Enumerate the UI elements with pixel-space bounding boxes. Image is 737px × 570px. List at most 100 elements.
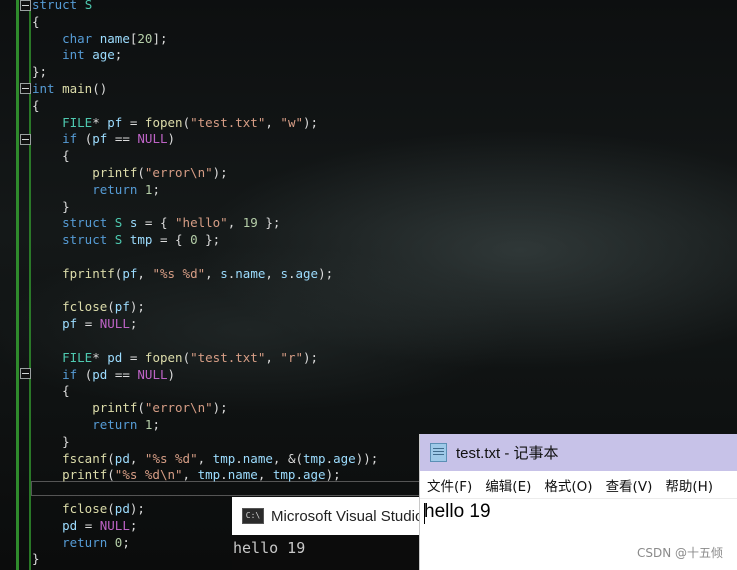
code-line[interactable]: { [32, 98, 378, 115]
code-token: , [182, 467, 198, 483]
code-token: = { [137, 215, 176, 231]
code-token: s [220, 265, 228, 281]
code-line[interactable]: printf("error\n"); [32, 400, 378, 417]
watermark: CSDN @十五倾 [636, 546, 723, 560]
console-output: hello 19 [233, 539, 306, 557]
console-app-icon: C:\ [242, 508, 264, 524]
code-token: int [62, 47, 85, 63]
code-line[interactable]: { [32, 14, 378, 31]
menu-view[interactable]: 查看(V) [606, 475, 653, 495]
code-token: == [107, 366, 138, 382]
code-line[interactable]: }; [32, 64, 378, 81]
code-token: ); [212, 164, 228, 180]
code-token: } [32, 198, 70, 214]
code-token: age [92, 47, 115, 63]
code-token: "error\n" [144, 400, 213, 416]
code-token: pd [107, 349, 123, 365]
code-token: NULL [137, 366, 168, 382]
code-token: main [62, 80, 93, 96]
code-line[interactable]: fprintf(pf, "%s %d", s.name, s.age); [32, 266, 378, 283]
code-line[interactable] [32, 333, 378, 350]
code-line[interactable]: return 1; [32, 182, 378, 199]
code-token: "hello" [175, 215, 228, 231]
code-line[interactable]: char name[20]; [32, 31, 378, 48]
code-token: ( [77, 131, 93, 147]
menu-file[interactable]: 文件(F) [427, 475, 472, 495]
code-token: fopen [144, 114, 183, 130]
code-token: , [265, 114, 281, 130]
code-token: ; [122, 534, 130, 550]
menu-format[interactable]: 格式(O) [544, 475, 592, 495]
code-token: , [197, 450, 213, 466]
code-line[interactable]: printf("error\n"); [32, 165, 378, 182]
code-token: { [32, 148, 70, 164]
code-line[interactable]: } [32, 199, 378, 216]
fold-toggle-if-pd[interactable] [20, 368, 31, 379]
code-token: }; [32, 64, 48, 80]
code-line[interactable]: FILE* pf = fopen("test.txt", "w"); [32, 115, 378, 132]
notepad-text-area[interactable]: hello 19 [420, 499, 737, 524]
code-line[interactable]: struct S tmp = { 0 }; [32, 232, 378, 249]
code-token: { [32, 383, 70, 399]
code-token: fopen [144, 349, 183, 365]
code-token: name [227, 467, 258, 483]
code-token: }; [197, 232, 221, 248]
code-line[interactable]: } [32, 434, 378, 451]
menu-help[interactable]: 帮助(H) [665, 475, 713, 495]
code-token: "%s %d\n" [114, 467, 183, 483]
code-token: FILE [62, 114, 93, 130]
notepad-title: test.txt - 记事本 [456, 445, 559, 462]
code-token: ]; [152, 30, 168, 46]
code-line[interactable]: pf = NULL; [32, 316, 378, 333]
code-line[interactable]: if (pd == NULL) [32, 367, 378, 384]
code-line[interactable]: struct S [32, 0, 378, 14]
code-token: == [107, 131, 138, 147]
code-line[interactable]: if (pf == NULL) [32, 131, 378, 148]
console-window[interactable]: C:\ Microsoft Visual Studio hello 19 [232, 497, 432, 570]
code-token: }; [257, 215, 281, 231]
code-line[interactable]: { [32, 148, 378, 165]
code-token: ; [114, 47, 123, 63]
code-lines[interactable]: struct S{ char name[20]; int age;}; int m… [32, 0, 378, 568]
fold-toggle-main[interactable] [20, 83, 31, 94]
code-token: "w" [280, 114, 303, 130]
console-title-bar[interactable]: C:\ Microsoft Visual Studio [232, 497, 432, 535]
code-line[interactable]: fscanf(pd, "%s %d", tmp.name, &(tmp.age)… [32, 451, 378, 468]
code-line[interactable] [32, 283, 378, 300]
code-token: ) [167, 366, 176, 382]
code-line[interactable]: struct S s = { "hello", 19 }; [32, 215, 378, 232]
code-line[interactable]: return 1; [32, 417, 378, 434]
code-token: { [32, 13, 40, 29]
notepad-title-bar[interactable]: test.txt - 记事本 [420, 434, 737, 471]
code-token: printf [92, 400, 138, 416]
code-line[interactable]: FILE* pd = fopen("test.txt", "r"); [32, 350, 378, 367]
code-line[interactable]: printf("%s %d\n", tmp.name, tmp.age); [32, 467, 378, 484]
code-line[interactable]: { [32, 383, 378, 400]
menu-edit[interactable]: 编辑(E) [485, 475, 531, 495]
code-token: , [227, 215, 243, 231]
code-token: "%s %d" [152, 265, 206, 281]
code-token: ( [182, 349, 191, 365]
code-line[interactable]: int age; [32, 47, 378, 64]
code-token: , [129, 450, 145, 466]
code-line[interactable]: fclose(pf); [32, 299, 378, 316]
code-token: tmp [197, 467, 221, 483]
code-line[interactable] [32, 249, 378, 266]
code-token: pd [62, 517, 78, 533]
code-token: NULL [99, 316, 130, 332]
code-token: ( [182, 114, 191, 130]
code-line[interactable]: int main() [32, 81, 378, 98]
fold-toggle-if-pf[interactable] [20, 134, 31, 145]
code-token: . [325, 450, 334, 466]
code-token: fclose [62, 500, 108, 516]
fold-toggle-struct[interactable] [20, 0, 31, 11]
